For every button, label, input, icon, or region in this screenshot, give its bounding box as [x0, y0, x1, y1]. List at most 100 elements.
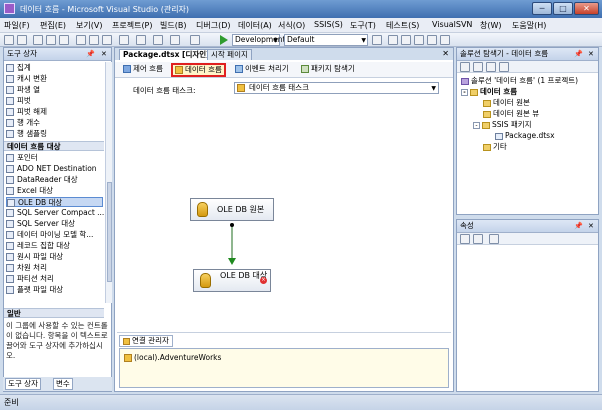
toolbox-item[interactable]: 행 샘플링 — [6, 129, 47, 139]
solution-platform-select[interactable]: Default ▼ — [284, 34, 368, 46]
toolbox-item[interactable]: 행 개수 — [6, 118, 40, 128]
menu-help[interactable]: 도움말(H) — [512, 20, 546, 31]
close-icon[interactable]: ✕ — [442, 49, 449, 58]
add-item-icon[interactable] — [17, 35, 27, 45]
close-icon[interactable]: ✕ — [588, 48, 594, 60]
tab-event-handlers[interactable]: 이벤트 처리기 — [233, 64, 291, 76]
toolbox-item-selected[interactable]: OLE DB 대상 — [6, 197, 103, 207]
toolbox-item[interactable]: 파티션 처리 — [6, 274, 54, 284]
collapse-icon[interactable]: - — [461, 88, 468, 96]
properties-icon[interactable] — [460, 62, 470, 72]
paste-icon[interactable] — [102, 35, 112, 45]
toolbox-item[interactable]: 레코드 집합 대상 — [6, 241, 70, 251]
menu-edit[interactable]: 편집(E) — [40, 20, 66, 31]
tree-folder-data-sources[interactable]: 데이터 원본 — [483, 98, 530, 108]
tab-package-explorer[interactable]: 패키지 탐색기 — [299, 64, 357, 76]
cut-icon[interactable] — [76, 35, 86, 45]
toolbox-item[interactable]: Excel 대상 — [6, 186, 53, 196]
close-icon[interactable]: ✕ — [101, 48, 107, 60]
toolbox-item[interactable]: SQL Server Compact ... — [6, 208, 104, 218]
tree-folder-data-source-views[interactable]: 데이터 원본 뷰 — [483, 109, 539, 119]
copy-icon[interactable] — [89, 35, 99, 45]
start-page-icon[interactable] — [440, 35, 450, 45]
pin-icon[interactable]: 📌 — [574, 48, 583, 60]
find-in-files-icon[interactable] — [372, 35, 382, 45]
menu-window[interactable]: 창(W) — [480, 20, 502, 31]
tab-package-design[interactable]: Package.dtsx [디자인]* — [119, 49, 218, 60]
toolbox-scrollbar[interactable] — [105, 62, 112, 303]
tree-folder-misc[interactable]: 기타 — [483, 142, 507, 152]
solution-configuration-select[interactable]: Development ▼ — [232, 34, 286, 46]
scrollbar-thumb[interactable] — [107, 182, 112, 282]
toolbox-item[interactable]: DataReader 대상 — [6, 175, 78, 185]
solution-explorer-icon[interactable] — [388, 35, 398, 45]
view-code-icon[interactable] — [499, 62, 509, 72]
toolbox-item[interactable]: 집계 — [6, 63, 31, 73]
toolbox-item[interactable]: 파생 열 — [6, 85, 40, 95]
menu-build[interactable]: 빌드(B) — [160, 20, 186, 31]
toolbox-category-dataflow-destinations[interactable]: 데이터 흐름 대상 — [4, 141, 104, 151]
menu-view[interactable]: 보기(V) — [76, 20, 102, 31]
save-all-icon[interactable] — [59, 35, 69, 45]
toolbox-item[interactable]: ADO NET Destination — [6, 164, 97, 174]
menu-file[interactable]: 파일(F) — [4, 20, 30, 31]
open-file-icon[interactable] — [33, 35, 43, 45]
ole-db-destination-component[interactable]: OLE DB 대상 × — [193, 269, 271, 292]
toolbox-item[interactable]: 원시 파일 대상 — [6, 252, 63, 262]
toolbox-item[interactable]: 플랫 파일 대상 — [6, 285, 63, 295]
property-pages-icon[interactable] — [489, 234, 499, 244]
tab-control-flow[interactable]: 제어 흐름 — [121, 64, 165, 76]
pin-icon[interactable]: 📌 — [574, 220, 583, 232]
toolbox-icon[interactable] — [427, 35, 437, 45]
start-debugging-icon[interactable] — [220, 35, 228, 45]
data-flow-canvas[interactable]: OLE DB 원본 OLE DB 대상 × — [117, 98, 451, 330]
menu-test[interactable]: 테스트(S) — [386, 20, 419, 31]
ole-db-source-component[interactable]: OLE DB 원본 — [190, 198, 274, 221]
save-icon[interactable] — [46, 35, 56, 45]
connection-manager-item[interactable]: (local).AdventureWorks — [124, 353, 221, 362]
collapse-icon[interactable]: - — [473, 121, 480, 129]
close-window-button[interactable]: ✕ — [574, 2, 599, 15]
refresh-icon[interactable] — [486, 62, 496, 72]
toolbox-item[interactable]: SQL Server 대상 — [6, 219, 75, 229]
close-icon[interactable]: ✕ — [588, 220, 594, 232]
redo-icon[interactable] — [136, 35, 146, 45]
connection-managers-list[interactable]: (local).AdventureWorks — [119, 348, 449, 388]
toolbox-category-general[interactable]: 일반 — [4, 308, 104, 318]
minimize-button[interactable]: ─ — [532, 2, 552, 15]
tree-file-package[interactable]: Package.dtsx — [495, 131, 555, 141]
categorized-icon[interactable] — [460, 234, 470, 244]
menu-ssis[interactable]: SSIS(S) — [314, 20, 343, 29]
menu-project[interactable]: 프로젝트(P) — [112, 20, 153, 31]
tab-toolbox[interactable]: 도구 상자 — [5, 378, 41, 390]
tab-connection-managers[interactable]: 연결 관리자 — [119, 335, 173, 347]
toolbox-item[interactable]: 포인터 — [6, 153, 38, 163]
tab-variables[interactable]: 변수 — [53, 378, 73, 390]
menu-visualsvn[interactable]: VisualSVN — [432, 20, 472, 29]
menu-data[interactable]: 데이터(A) — [238, 20, 272, 31]
tree-folder-ssis-packages[interactable]: - SSIS 패키지 — [473, 120, 532, 130]
undo-icon[interactable] — [119, 35, 129, 45]
tab-start-page[interactable]: 시작 페이지 — [207, 49, 252, 60]
data-flow-task-select[interactable]: 데이터 흐름 태스크 ▼ — [234, 82, 439, 94]
toolbox-item[interactable]: 데이터 마이닝 모델 학... — [6, 230, 93, 240]
properties-window-icon[interactable] — [401, 35, 411, 45]
tab-data-flow[interactable]: 데이터 흐름 — [171, 63, 226, 77]
toolbox-item[interactable]: 캐시 변환 — [6, 74, 47, 84]
menu-tools[interactable]: 도구(T) — [350, 20, 376, 31]
menu-debug[interactable]: 디버그(D) — [196, 20, 230, 31]
toolbox-item[interactable]: 차원 처리 — [6, 263, 47, 273]
show-all-files-icon[interactable] — [473, 62, 483, 72]
maximize-button[interactable]: □ — [553, 2, 573, 15]
find-icon[interactable] — [190, 35, 200, 45]
solution-node[interactable]: 솔루션 '데이터 흐름' (1 프로젝트) — [461, 76, 578, 86]
toolbox-item[interactable]: 피벗 해제 — [6, 107, 47, 117]
project-node[interactable]: - 데이터 흐름 — [461, 87, 517, 97]
navigate-back-icon[interactable] — [153, 35, 163, 45]
navigate-forward-icon[interactable] — [170, 35, 180, 45]
new-project-icon[interactable] — [4, 35, 14, 45]
object-browser-icon[interactable] — [414, 35, 424, 45]
toolbox-item[interactable]: 피벗 — [6, 96, 31, 106]
alphabetical-icon[interactable] — [473, 234, 483, 244]
pin-icon[interactable]: 📌 — [86, 48, 95, 60]
